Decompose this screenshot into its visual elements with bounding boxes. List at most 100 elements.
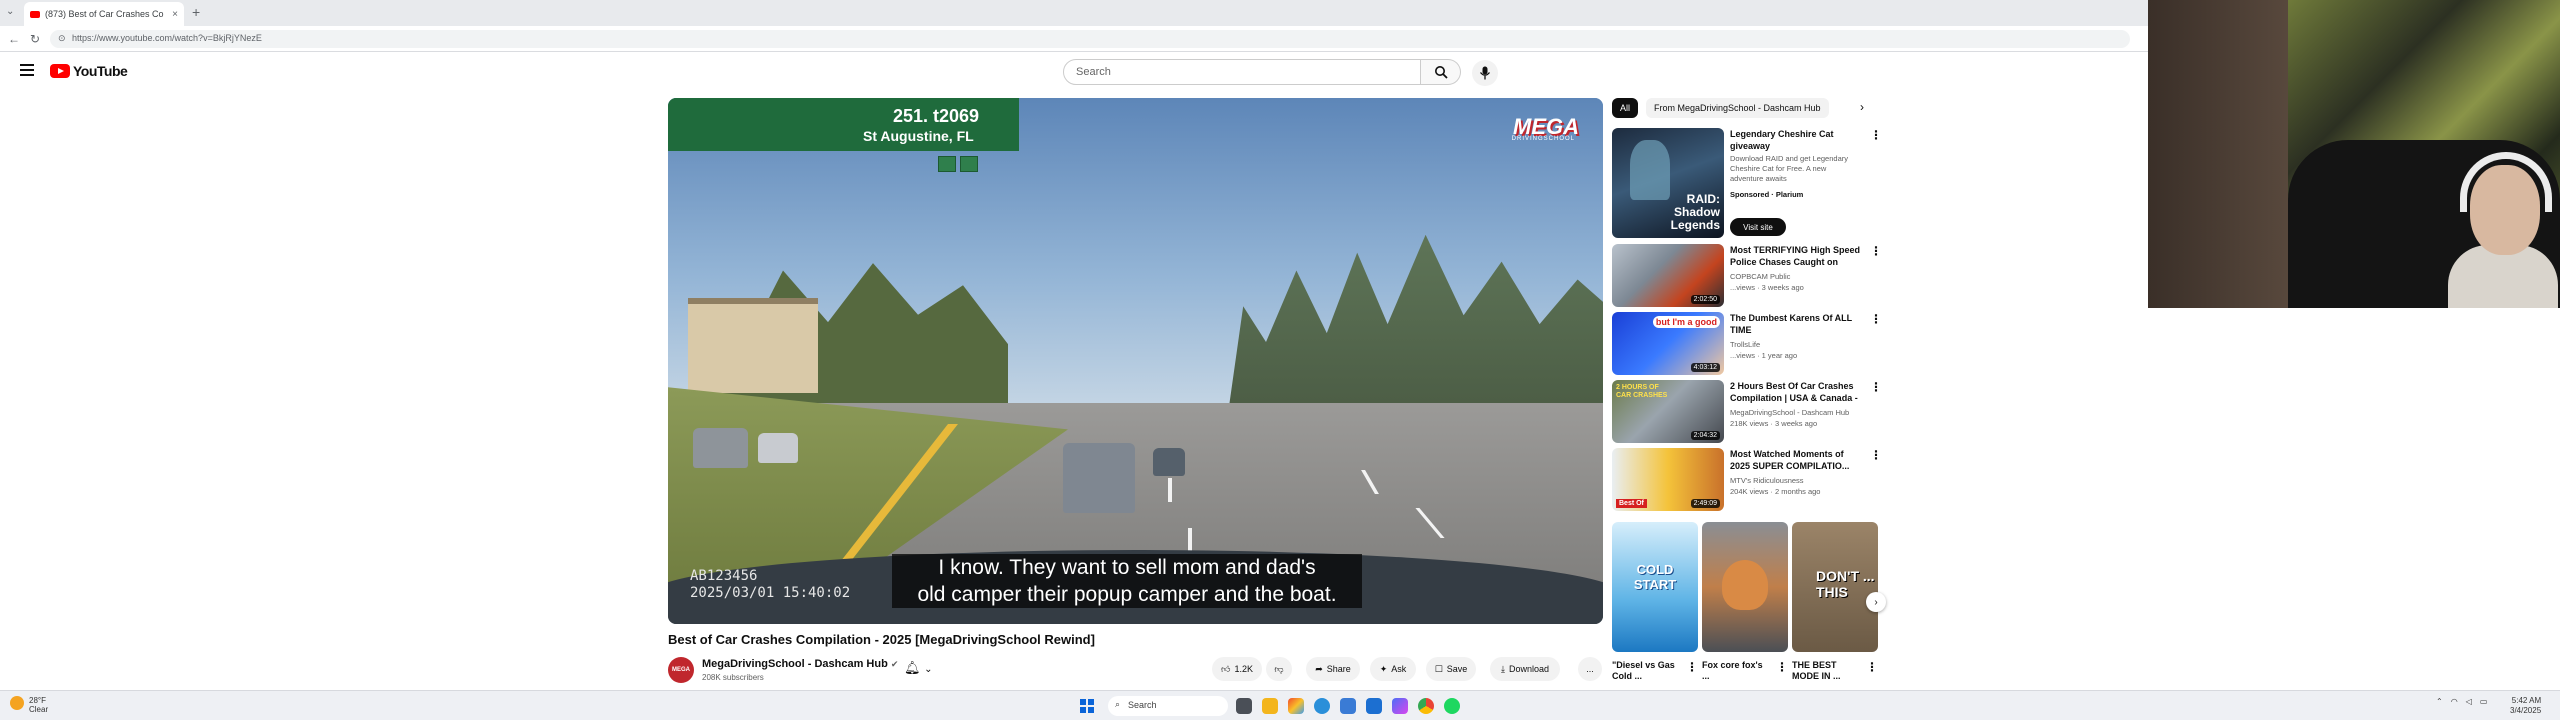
chevron-up-icon[interactable]: ⌃ xyxy=(2436,697,2443,706)
rec-thumbnail[interactable]: 2:02:50 xyxy=(1612,244,1724,307)
more-actions-button[interactable]: ... xyxy=(1578,657,1602,681)
more-vert-icon[interactable]: ⋮ xyxy=(1776,660,1788,674)
like-count: 1.2K xyxy=(1234,664,1253,674)
download-icon: ⤓ xyxy=(1500,663,1505,674)
rec-thumbnail[interactable]: 2 HOURS OF CAR CRASHES 2:04:32 xyxy=(1612,380,1724,443)
weather-widget[interactable]: 28°F Clear xyxy=(10,696,48,714)
store-icon[interactable] xyxy=(1340,698,1356,714)
visit-site-button[interactable]: Visit site xyxy=(1730,218,1786,236)
taskbar-search[interactable]: ⌕ Search xyxy=(1108,696,1228,716)
rec-channel[interactable]: MegaDrivingSchool - Dashcam Hub xyxy=(1730,408,1860,418)
windows-start-icon[interactable] xyxy=(1080,699,1094,713)
short-thumbnail[interactable] xyxy=(1702,522,1788,652)
short-thumbnail[interactable]: DON'T ... THIS xyxy=(1792,522,1878,652)
ad-character-art xyxy=(1630,140,1670,200)
rec-title[interactable]: 2 Hours Best Of Car Crashes Compilation … xyxy=(1730,380,1860,404)
browser-tab-active[interactable]: (873) Best of Car Crashes Co × xyxy=(24,2,184,26)
rec-channel[interactable]: MTV's Ridiculousness xyxy=(1730,476,1860,486)
channel-avatar[interactable]: MEGA xyxy=(668,657,694,683)
dashcam-id: AB123456 xyxy=(690,568,758,584)
screen: ⌄ (873) Best of Car Crashes Co × + ← ↻ ⊙… xyxy=(0,0,2560,720)
search-input[interactable]: Search xyxy=(1063,59,1421,85)
menu-icon[interactable] xyxy=(20,64,34,76)
short-thumbnail[interactable]: COLD START xyxy=(1612,522,1698,652)
site-info-icon[interactable]: ⊙ xyxy=(58,33,66,44)
sponsored-item[interactable]: RAID: Shadow Legends Legendary Cheshire … xyxy=(1612,128,1882,240)
ask-button[interactable]: ✦ Ask xyxy=(1370,657,1416,681)
list-item[interactable]: Best Of 2:49:09 Most Watched Moments of … xyxy=(1612,448,1882,511)
reload-icon[interactable]: ↻ xyxy=(30,32,40,46)
more-vert-icon[interactable]: ⋮ xyxy=(1870,128,1882,142)
taskbar-clock[interactable]: 5:42 AM 3/4/2025 xyxy=(2510,696,2541,716)
battery-icon[interactable]: ▭ xyxy=(2480,697,2488,706)
video-title: Best of Car Crashes Compilation - 2025 [… xyxy=(668,632,1095,647)
sparkle-icon: ✦ xyxy=(1379,663,1388,674)
more-vert-icon[interactable]: ⋮ xyxy=(1870,312,1882,326)
tab-close-icon[interactable]: × xyxy=(172,9,178,20)
short-title[interactable]: "Diesel vs Gas Cold ... xyxy=(1612,660,1682,682)
ad-thumbnail[interactable]: RAID: Shadow Legends xyxy=(1612,128,1724,238)
dashcam-timestamp: 2025/03/01 15:40:02 xyxy=(690,585,851,601)
new-tab-button[interactable]: + xyxy=(192,4,200,20)
like-button[interactable]: 👍︎ 1.2K xyxy=(1212,657,1262,681)
video-lane-mark xyxy=(1168,478,1172,502)
wifi-icon[interactable]: ◠ xyxy=(2451,697,2458,706)
caption-line: I know. They want to sell mom and dad's xyxy=(938,556,1316,579)
more-vert-icon[interactable]: ⋮ xyxy=(1866,660,1878,674)
rec-thumbnail[interactable]: Best Of 2:49:09 xyxy=(1612,448,1724,511)
more-vert-icon[interactable]: ⋮ xyxy=(1870,448,1882,462)
shorts-next-button[interactable]: › xyxy=(1866,592,1886,612)
highway-sign: 251. t2069 St Augustine, FL xyxy=(668,98,1019,151)
volume-icon[interactable]: ◁ xyxy=(2466,697,2472,706)
voice-search-button[interactable] xyxy=(1472,60,1498,86)
tab-search-icon[interactable]: ⌄ xyxy=(6,6,14,17)
short-title[interactable]: Fox core fox's ... xyxy=(1702,660,1772,682)
spotify-icon[interactable] xyxy=(1444,698,1460,714)
save-button[interactable]: ☐ Save xyxy=(1426,657,1476,681)
channel-name[interactable]: MegaDrivingSchool - Dashcam Hub ✔ xyxy=(702,658,898,670)
rec-channel[interactable]: COPBCAM Public xyxy=(1730,272,1860,282)
more-vert-icon[interactable]: ⋮ xyxy=(1870,380,1882,394)
mail-icon[interactable] xyxy=(1366,698,1382,714)
more-vert-icon[interactable]: ⋮ xyxy=(1686,660,1698,674)
rec-duration: 2:49:09 xyxy=(1690,499,1720,508)
youtube-logo[interactable]: YouTube xyxy=(50,63,128,79)
bell-icon: 🔔︎ xyxy=(904,660,921,675)
subscribed-button[interactable]: 🔔︎ ⌄ xyxy=(904,660,933,676)
clock-date: 3/4/2025 xyxy=(2510,706,2542,715)
rec-title[interactable]: Most TERRIFYING High Speed Police Chases… xyxy=(1730,244,1860,268)
back-arrow-icon[interactable]: ← xyxy=(8,32,20,46)
chip-from-channel[interactable]: From MegaDrivingSchool - Dashcam Hub xyxy=(1646,98,1829,118)
copilot-icon[interactable] xyxy=(1392,698,1408,714)
task-view-icon[interactable] xyxy=(1236,698,1252,714)
rec-channel[interactable]: TrollsLife xyxy=(1730,340,1860,350)
chip-all[interactable]: All xyxy=(1612,98,1639,118)
rec-duration: 2:02:50 xyxy=(1690,295,1720,304)
url-text: https://www.youtube.com/watch?v=BkjRjYNe… xyxy=(72,33,262,43)
youtube-header: YouTube Search xyxy=(0,52,2148,92)
download-button[interactable]: ⤓ Download xyxy=(1490,657,1560,681)
list-item[interactable]: 2 HOURS OF CAR CRASHES 2:04:32 2 Hours B… xyxy=(1612,380,1882,443)
short-title[interactable]: THE BEST MODE IN ... xyxy=(1792,660,1862,682)
list-item[interactable]: 2:02:50 Most TERRIFYING High Speed Polic… xyxy=(1612,244,1882,307)
share-button[interactable]: ➦ Share xyxy=(1306,657,1360,681)
rec-thumbnail[interactable]: but I'm a good 4:03:12 xyxy=(1612,312,1724,375)
dislike-button[interactable]: 👎︎ xyxy=(1266,657,1292,681)
search-button[interactable] xyxy=(1421,59,1461,85)
address-bar[interactable]: ⊙ https://www.youtube.com/watch?v=BkjRjY… xyxy=(50,30,2130,48)
rec-title[interactable]: Legendary Cheshire Cat giveaway xyxy=(1730,128,1860,152)
sign-panel xyxy=(938,156,956,172)
file-explorer-icon[interactable] xyxy=(1262,698,1278,714)
rec-title[interactable]: Most Watched Moments of 2025 SUPER COMPI… xyxy=(1730,448,1860,472)
rec-title[interactable]: The Dumbest Karens Of ALL TIME xyxy=(1730,312,1860,336)
list-item[interactable]: but I'm a good 4:03:12 The Dumbest Karen… xyxy=(1612,312,1882,375)
more-vert-icon[interactable]: ⋮ xyxy=(1870,244,1882,258)
share-label: Share xyxy=(1326,664,1351,674)
app-icon[interactable] xyxy=(1288,698,1304,714)
weather-desc: Clear xyxy=(29,705,49,714)
video-car xyxy=(1153,448,1185,476)
video-player[interactable]: 251. t2069 St Augustine, FL MEGA DRIVING… xyxy=(668,98,1603,624)
chrome-icon[interactable] xyxy=(1418,698,1434,714)
edge-icon[interactable] xyxy=(1314,698,1330,714)
chevron-right-icon[interactable]: › xyxy=(1860,100,1864,114)
